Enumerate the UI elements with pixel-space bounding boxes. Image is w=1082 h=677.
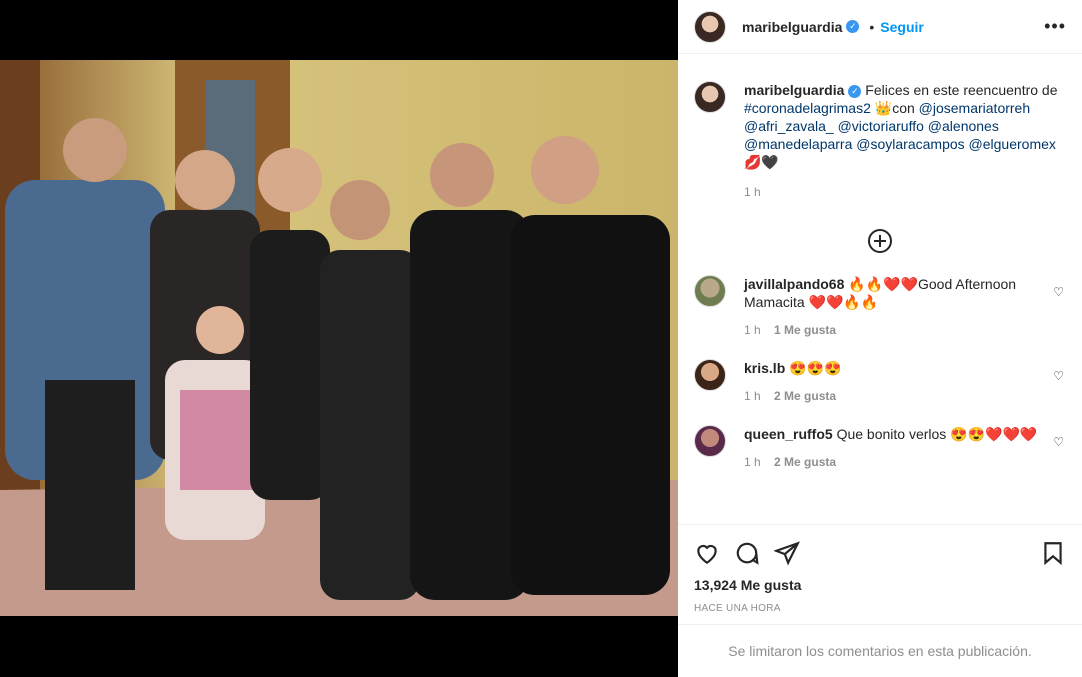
comment-icon[interactable] <box>734 540 760 566</box>
caption-intro: Felices en este reencuentro de <box>865 82 1058 98</box>
verified-badge-icon: ✓ <box>848 84 862 98</box>
comment-text: kris.lb 😍😍😍 <box>744 359 1054 377</box>
comment-item: kris.lb 😍😍😍 1 h 2 Me gusta ♡ <box>694 359 1066 403</box>
comment-username[interactable]: kris.lb <box>744 360 785 376</box>
comment-like-icon[interactable]: ♡ <box>1053 369 1064 383</box>
like-icon[interactable] <box>694 540 720 566</box>
comment-avatar[interactable] <box>694 275 726 307</box>
crown-emoji: 👑 <box>874 100 893 116</box>
comment-text: queen_ruffo5 Que bonito verlos 😍😍❤️❤️❤️ <box>744 425 1054 443</box>
comment-time: 1 h <box>744 389 761 403</box>
post-header: maribelguardia ✓ • Seguir ••• <box>678 0 1082 54</box>
post-media <box>0 0 678 677</box>
comments-section[interactable]: maribelguardia ✓ Felices en este reencuen… <box>678 55 1082 524</box>
caption-emoji: 💋🖤 <box>744 154 779 170</box>
post-actions: 13,924 Me gusta HACE UNA HORA <box>678 524 1082 614</box>
post-side-panel: maribelguardia ✓ • Seguir ••• maribelgua… <box>678 0 1082 677</box>
comment-like-icon[interactable]: ♡ <box>1053 435 1064 449</box>
header-username[interactable]: maribelguardia <box>742 19 842 35</box>
comment-meta: 1 h 2 Me gusta <box>744 455 1054 469</box>
comment-meta: 1 h 2 Me gusta <box>744 389 1054 403</box>
comment-avatar[interactable] <box>694 359 726 391</box>
comment-time: 1 h <box>744 455 761 469</box>
comment-likes[interactable]: 2 Me gusta <box>774 455 836 469</box>
follow-button[interactable]: Seguir <box>880 19 924 35</box>
comment-item: javillalpando68 🔥🔥❤️❤️Good Afternoon Mam… <box>694 275 1066 337</box>
caption-time: 1 h <box>744 185 761 199</box>
verified-badge-icon: ✓ <box>846 20 860 33</box>
hashtag-link[interactable]: #coronadelagrimas2 <box>744 100 871 116</box>
comment-like-icon[interactable]: ♡ <box>1053 285 1064 299</box>
post-timestamp: HACE UNA HORA <box>694 603 781 614</box>
comment-time: 1 h <box>744 323 761 337</box>
comment-content: 😍😍😍 <box>789 360 842 376</box>
post-photo[interactable] <box>0 60 678 616</box>
group-photo-illustration <box>0 60 678 616</box>
comment-meta: 1 h 1 Me gusta <box>744 323 1054 337</box>
caption-text: maribelguardia ✓ Felices en este reencuen… <box>744 81 1064 171</box>
comments-limited-notice: Se limitaron los comentarios en esta pub… <box>678 624 1082 677</box>
caption-con: con <box>892 100 915 116</box>
load-more-icon[interactable] <box>868 229 892 253</box>
comment-item: queen_ruffo5 Que bonito verlos 😍😍❤️❤️❤️ … <box>694 425 1066 469</box>
comment-likes[interactable]: 1 Me gusta <box>774 323 836 337</box>
comment-username[interactable]: javillalpando68 <box>744 276 844 292</box>
comment-text: javillalpando68 🔥🔥❤️❤️Good Afternoon Mam… <box>744 275 1054 311</box>
share-icon[interactable] <box>772 540 800 566</box>
caption-avatar[interactable] <box>694 81 726 113</box>
comment-content: Que bonito verlos 😍😍❤️❤️❤️ <box>836 426 1038 442</box>
save-icon[interactable] <box>1040 540 1066 566</box>
comment-username[interactable]: queen_ruffo5 <box>744 426 833 442</box>
likes-count[interactable]: 13,924 Me gusta <box>694 577 1066 593</box>
more-options-icon[interactable]: ••• <box>1044 16 1066 37</box>
avatar[interactable] <box>694 10 726 43</box>
comment-likes[interactable]: 2 Me gusta <box>774 389 836 403</box>
action-icons <box>694 539 1066 567</box>
post-caption: maribelguardia ✓ Felices en este reencuen… <box>694 55 1066 199</box>
separator-dot: • <box>869 18 875 35</box>
caption-username[interactable]: maribelguardia <box>744 82 844 98</box>
comment-avatar[interactable] <box>694 425 726 457</box>
